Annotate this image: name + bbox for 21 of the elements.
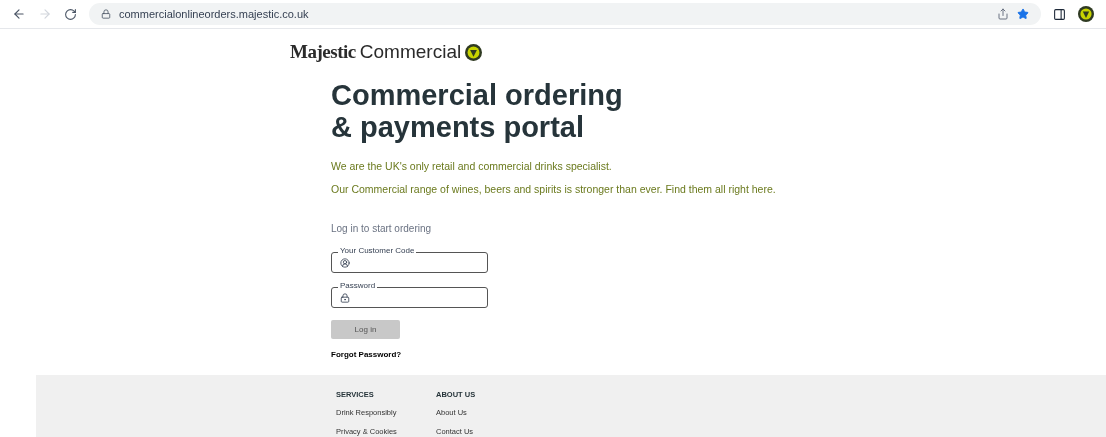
intro-text: Our Commercial range of wines, beers and spirits is stronger than ever. Find them all right here.	[331, 182, 777, 198]
logo-brand: Majestic	[290, 40, 356, 64]
share-icon[interactable]	[997, 8, 1009, 20]
profile-avatar-icon	[1078, 6, 1094, 22]
back-icon[interactable]	[12, 7, 26, 21]
field-label: Password	[338, 281, 378, 291]
url-text: commercialonlineorders.majestic.co.uk	[119, 6, 309, 22]
page-heading: & payments portal	[331, 110, 584, 143]
bookmark-star-icon[interactable]	[1017, 8, 1029, 20]
padlock-icon	[340, 292, 350, 303]
reload-icon[interactable]	[64, 7, 77, 21]
logo-suffix: Commercial	[359, 40, 462, 64]
lock-icon	[101, 9, 111, 19]
side-panel-icon[interactable]	[1053, 7, 1066, 21]
user-icon	[340, 257, 350, 268]
login-prompt: Log in to start ordering	[331, 222, 433, 236]
page-heading: Commercial ordering	[331, 78, 624, 111]
forgot-password-link[interactable]: Forgot Password?	[331, 349, 402, 361]
intro-text: We are the UK's only retail and commercial drinks specialist.	[331, 158, 613, 174]
field-label: Your Customer Code	[338, 246, 417, 256]
address-bar[interactable]: commercialonlineorders.majestic.co.uk	[89, 3, 1041, 25]
